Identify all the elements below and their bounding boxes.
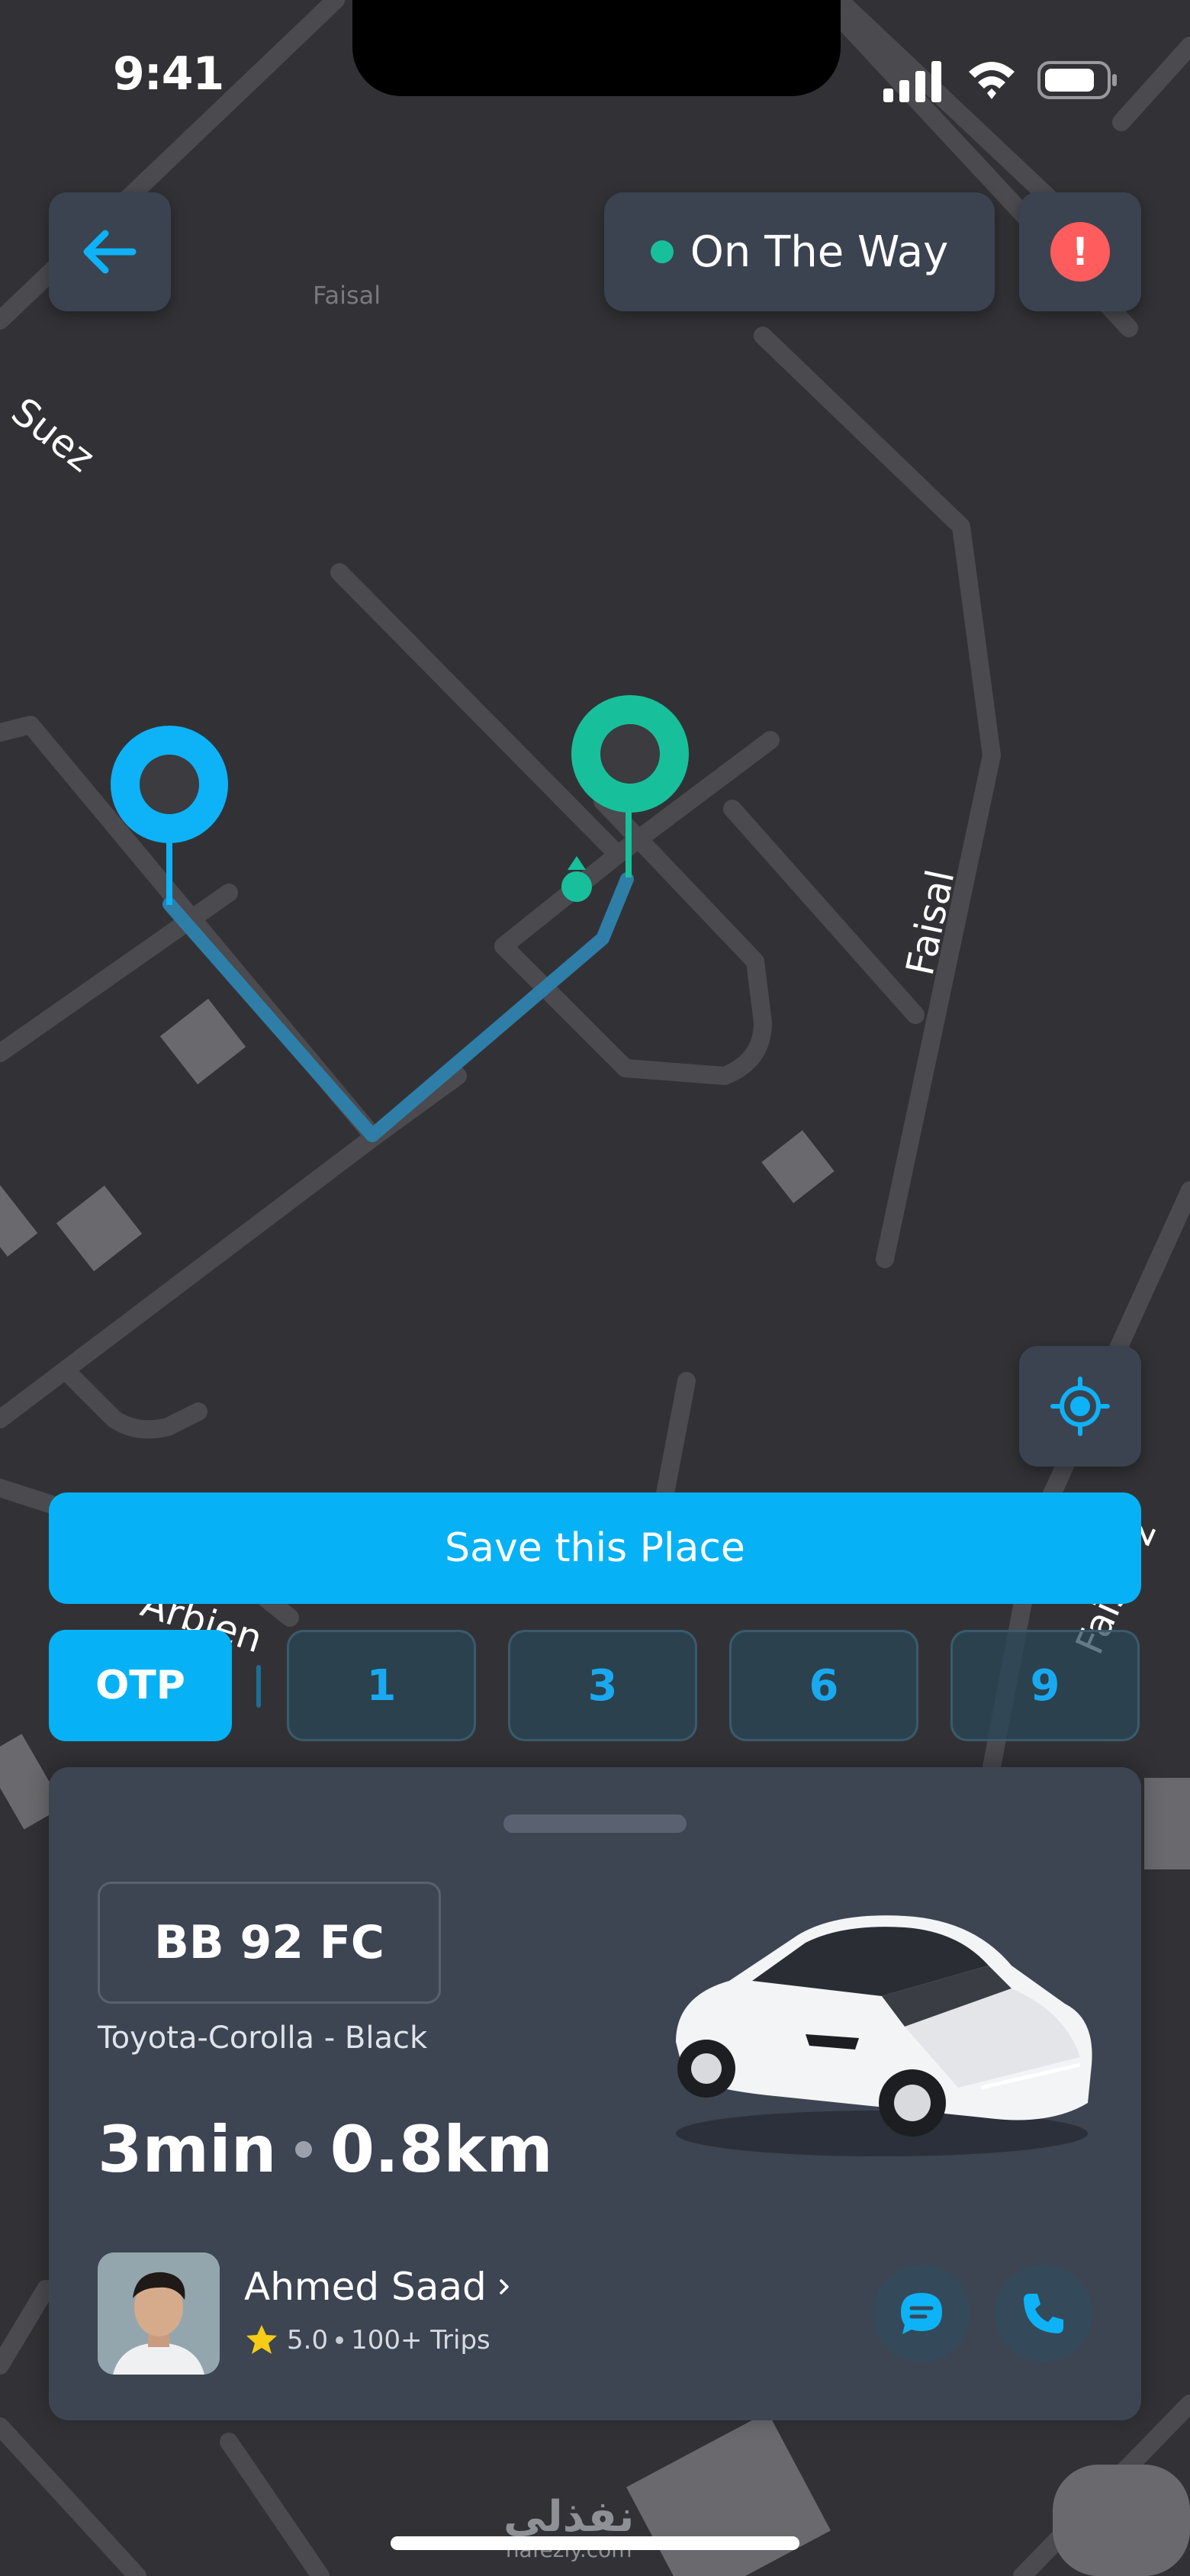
home-indicator[interactable] <box>391 2536 799 2550</box>
driver-name-link[interactable]: Ahmed Saad <box>244 2265 513 2309</box>
chat-button[interactable] <box>873 2265 970 2362</box>
save-place-button[interactable]: Save this Place <box>49 1492 1141 1604</box>
watermark-brand: نفذلي <box>503 2492 635 2542</box>
driver-avatar[interactable] <box>98 2252 220 2375</box>
driver-rating: 5.0 <box>287 2325 329 2355</box>
star-icon <box>246 2325 277 2354</box>
driver-photo <box>98 2252 220 2375</box>
trip-details-card[interactable]: BB 92 FC Toyota-Corolla - Black 3min 0.8… <box>49 1767 1141 2420</box>
status-time: 9:41 <box>113 47 224 101</box>
exclamation-icon: ! <box>1050 222 1110 282</box>
chat-icon <box>901 2293 942 2334</box>
alert-button[interactable]: ! <box>1019 192 1141 311</box>
driver-name: Ahmed Saad <box>244 2265 487 2309</box>
license-plate: BB 92 FC <box>98 1882 441 2004</box>
trip-status-text: On The Way <box>690 227 949 277</box>
watermark: نفذلي nafezly.com <box>503 2492 634 2562</box>
car-image <box>676 1915 1092 2156</box>
otp-digit-2: 3 <box>508 1630 697 1741</box>
eta-distance: 0.8km <box>330 2112 553 2187</box>
otp-separator <box>256 1665 261 1708</box>
status-icons <box>883 61 1117 102</box>
eta-separator <box>294 2141 312 2158</box>
eta-summary: 3min 0.8km <box>98 2112 553 2187</box>
back-button[interactable] <box>49 192 171 311</box>
call-button[interactable] <box>995 2265 1092 2362</box>
driver-meta: 5.0 100+ Trips <box>244 2323 490 2358</box>
eta-time: 3min <box>98 2112 277 2187</box>
chevron-right-icon <box>500 2279 509 2294</box>
device-notch <box>352 0 841 96</box>
drag-handle[interactable] <box>503 1814 687 1833</box>
otp-digit-1: 1 <box>287 1630 476 1741</box>
map-label-faisal-top: Faisal <box>313 281 381 310</box>
cellular-signal-icon <box>883 61 941 102</box>
phone-icon <box>1024 2294 1063 2333</box>
driver-trips: 100+ Trips <box>351 2325 490 2355</box>
battery-icon <box>1037 61 1117 99</box>
wifi-icon <box>969 62 1015 99</box>
arrow-left-icon <box>83 230 137 274</box>
locate-me-button[interactable] <box>1019 1346 1141 1467</box>
crosshair-icon <box>1050 1377 1110 1436</box>
meta-separator <box>336 2336 344 2344</box>
otp-label: OTP <box>49 1630 232 1741</box>
otp-digit-4: 9 <box>950 1630 1140 1741</box>
status-dot <box>650 240 674 263</box>
car-model: Toyota-Corolla - Black <box>98 2021 428 2056</box>
otp-digit-3: 6 <box>729 1630 918 1741</box>
trip-status-pill: On The Way <box>604 192 995 311</box>
